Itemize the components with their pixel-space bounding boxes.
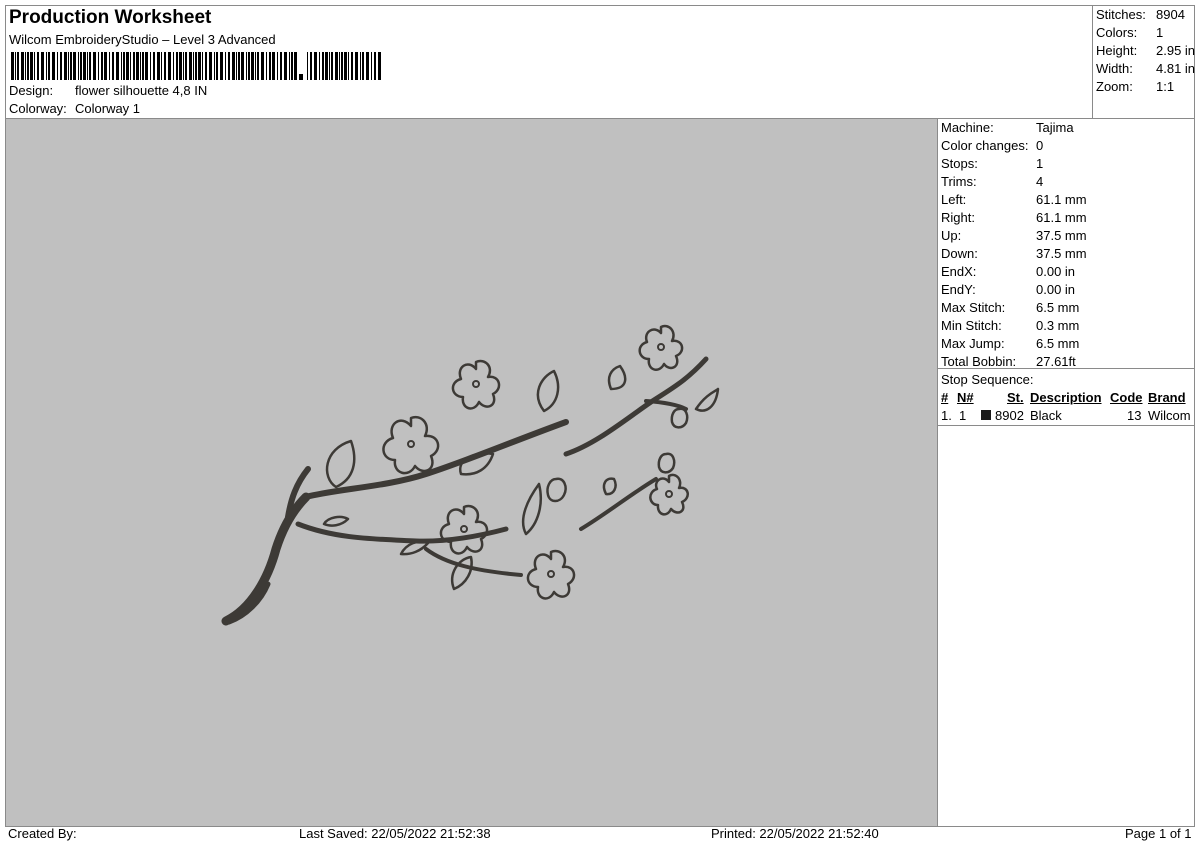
machine-info-value: 27.61ft bbox=[1036, 354, 1076, 369]
machine-info-value: 0.00 in bbox=[1036, 264, 1076, 279]
stop-row-n: 1 bbox=[959, 408, 967, 423]
col-brand: Brand bbox=[1148, 390, 1186, 405]
machine-info-value: 6.5 mm bbox=[1036, 336, 1080, 351]
flower bbox=[638, 324, 684, 371]
created-by: Created By: bbox=[8, 826, 77, 841]
flower-bud bbox=[657, 452, 676, 474]
leaf bbox=[521, 482, 543, 536]
machine-info-label: EndX: bbox=[941, 264, 977, 279]
design-label: Design: bbox=[9, 83, 54, 98]
machine-info-label: Left: bbox=[941, 192, 967, 207]
machine-info-label: Max Stitch: bbox=[941, 300, 1006, 315]
printed-date: Printed: 22/05/2022 21:52:40 bbox=[711, 826, 879, 841]
stop-row-code: 13 bbox=[1127, 408, 1142, 423]
right-lower-branch bbox=[579, 477, 658, 531]
machine-info-value: 0.00 in bbox=[1036, 282, 1076, 297]
flower bbox=[382, 415, 440, 475]
machine-info-value: 37.5 mm bbox=[1036, 228, 1087, 243]
machine-info-value: 0.3 mm bbox=[1036, 318, 1080, 333]
design-value: flower silhouette 4,8 IN bbox=[75, 83, 208, 98]
col-description: Description bbox=[1030, 390, 1102, 405]
flower bbox=[439, 504, 489, 555]
stop-sequence-title: Stop Sequence: bbox=[941, 372, 1034, 387]
upper-branch bbox=[303, 419, 569, 500]
design-row: Design: flower silhouette 4,8 IN bbox=[9, 83, 207, 98]
leaf bbox=[322, 515, 350, 527]
stop-row-stitches: 8902 bbox=[995, 408, 1024, 423]
worksheet-header: Production Worksheet Wilcom EmbroiderySt… bbox=[5, 5, 1093, 119]
embroidery-design-image bbox=[221, 324, 720, 626]
flower bbox=[526, 549, 576, 600]
thread-color-swatch bbox=[981, 410, 991, 420]
stop-row-index: 1. bbox=[941, 408, 952, 423]
leaf bbox=[536, 369, 560, 413]
design-stats-panel: Stitches: 8904 Colors: 1 Height: 2.95 in Wi… bbox=[1092, 5, 1195, 119]
machine-info-label: EndY: bbox=[941, 282, 976, 297]
machine-info-value: 37.5 mm bbox=[1036, 246, 1087, 261]
machine-info-value: 6.5 mm bbox=[1036, 300, 1080, 315]
page-number: Page 1 of 1 bbox=[1125, 826, 1192, 841]
machine-info-label: Down: bbox=[941, 246, 978, 261]
machine-info-label: Stops: bbox=[941, 156, 978, 171]
last-saved: Last Saved: 22/05/2022 21:52:38 bbox=[299, 826, 491, 841]
machine-info-value: 61.1 mm bbox=[1036, 192, 1087, 207]
machine-info-label: Up: bbox=[941, 228, 962, 243]
flower-bud bbox=[670, 407, 689, 429]
section-divider bbox=[938, 368, 1194, 369]
stop-row-brand: Wilcom bbox=[1148, 408, 1191, 423]
machine-info-value: 61.1 mm bbox=[1036, 210, 1087, 225]
machine-info-label: Total Bobbin: bbox=[941, 354, 1017, 369]
leaf bbox=[694, 387, 720, 412]
leaf bbox=[607, 364, 627, 391]
software-name: Wilcom EmbroideryStudio – Level 3 Advanc… bbox=[9, 32, 276, 47]
machine-info-value: Tajima bbox=[1036, 120, 1074, 135]
col-n: N# bbox=[957, 390, 974, 405]
col-code: Code bbox=[1110, 390, 1143, 405]
machine-info-value: 1 bbox=[1036, 156, 1044, 171]
col-index: # bbox=[941, 390, 949, 405]
machine-info-panel: Machine: Tajima Color changes: 0 Stops: 1 Trim… bbox=[937, 118, 1195, 827]
machine-info-label: Right: bbox=[941, 210, 975, 225]
machine-info-label: Max Jump: bbox=[941, 336, 1005, 351]
design-preview-canvas bbox=[5, 118, 938, 827]
machine-info-label: Min Stitch: bbox=[941, 318, 1002, 333]
machine-info-label: Trims: bbox=[941, 174, 977, 189]
stop-row-description: Black bbox=[1030, 408, 1062, 423]
colorway-value: Colorway 1 bbox=[75, 101, 141, 116]
machine-info-value: 4 bbox=[1036, 174, 1044, 189]
flower bbox=[451, 359, 501, 410]
machine-info-value: 0 bbox=[1036, 138, 1044, 153]
table-divider bbox=[938, 425, 1194, 426]
worksheet-footer: Created By: Last Saved: 22/05/2022 21:52… bbox=[5, 826, 1195, 844]
page-title: Production Worksheet bbox=[9, 7, 212, 28]
barcode-graphic bbox=[11, 52, 381, 80]
machine-info-label: Color changes: bbox=[941, 138, 1029, 153]
col-stitches: St. bbox=[1007, 390, 1024, 405]
leaf bbox=[602, 477, 617, 496]
main-branch bbox=[221, 492, 311, 626]
leaf bbox=[325, 439, 356, 489]
flower-bud bbox=[546, 477, 567, 503]
colorway-row: Colorway: Colorway 1 bbox=[9, 101, 140, 116]
machine-info-label: Machine: bbox=[941, 120, 994, 135]
colorway-label: Colorway: bbox=[9, 101, 67, 116]
